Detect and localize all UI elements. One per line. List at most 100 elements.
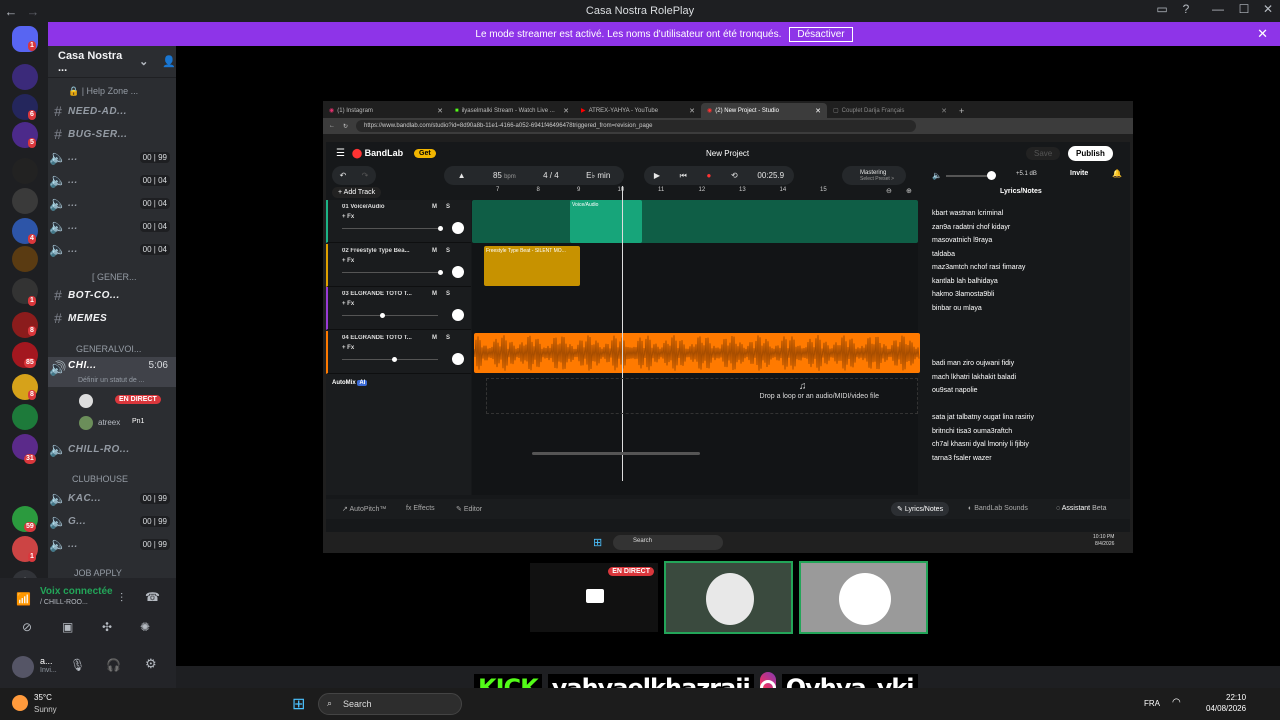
track-volume-slider[interactable] <box>342 313 438 318</box>
lyrics-line[interactable]: hakmo 3lamosta9bli <box>932 288 1025 302</box>
headphones-icon[interactable]: 🎧 <box>106 658 121 672</box>
windows-start-icon[interactable]: ⊞ <box>292 694 305 714</box>
solo-button[interactable]: S <box>446 204 450 210</box>
help-zone-category[interactable]: 🔒 | Help Zone ... <box>68 86 138 97</box>
playhead[interactable] <box>622 186 623 481</box>
track-volume-slider[interactable] <box>342 269 443 275</box>
job-category[interactable]: JOB APPLY <box>74 568 122 578</box>
screen-share-icon[interactable]: ▣ <box>62 620 73 634</box>
lyrics-line[interactable]: mach lkhatri lakhakit baladi <box>932 371 1016 385</box>
reload-icon[interactable]: ↻ <box>343 123 348 130</box>
record-icon[interactable]: ● <box>707 171 712 180</box>
host-clock[interactable]: 22:10 04/08/2026 <box>1206 692 1246 714</box>
metronome-icon[interactable]: ▲ <box>458 171 466 180</box>
arrangement-view[interactable]: Voice/Audio Freestyle Type Beat - SILENT… <box>472 186 920 495</box>
track-fx[interactable]: + Fx <box>342 301 354 307</box>
settings-gear-icon[interactable]: ⚙ <box>145 656 157 672</box>
voice-channel[interactable]: 🔈 G... 00 | 99 <box>48 510 176 532</box>
voice-clip[interactable] <box>472 200 918 243</box>
close-tab-icon[interactable]: ✕ <box>941 107 947 115</box>
close-tab-icon[interactable]: ✕ <box>689 107 695 115</box>
disable-streamer-button[interactable]: Désactiver <box>789 26 853 42</box>
voice-channel-label[interactable]: / CHILL-ROO... <box>40 599 88 606</box>
horizontal-scrollbar[interactable] <box>532 452 700 455</box>
add-track-button[interactable]: + Add Track <box>332 187 382 198</box>
play-icon[interactable]: ▶ <box>654 171 660 180</box>
user-name[interactable]: a... <box>40 656 53 666</box>
voice-channel[interactable]: 🔈... 00 | 04 <box>48 238 176 260</box>
inbox-icon[interactable]: ▭ <box>1152 2 1172 16</box>
waveform-clip[interactable] <box>474 333 920 373</box>
browser-tab-active[interactable]: ◉ (2) New Project - Studio ✕ <box>701 103 827 118</box>
maximize-icon[interactable]: ☐ <box>1234 2 1254 16</box>
voice-channel[interactable]: 🔈... 00 | 04 <box>48 215 176 237</box>
url-field[interactable]: https://www.bandlab.com/studio?id=8d90a8… <box>356 120 917 132</box>
assistant-tab[interactable]: ◌ Assistant Beta <box>1056 505 1106 512</box>
server-icon[interactable] <box>12 404 38 430</box>
webcam-tile[interactable] <box>799 561 928 634</box>
taskbar-clock[interactable]: 10:10 PM 8/4/2026 <box>1093 534 1114 548</box>
lyrics-line[interactable]: zan9a radatni chof kidayr <box>932 221 1025 235</box>
channel-chill-ro[interactable]: 🔈 CHILL-RO... <box>48 438 176 460</box>
help-icon[interactable]: ? <box>1176 2 1196 16</box>
beat-clip[interactable]: Freestyle Type Beat - SILENT MO... <box>484 246 580 286</box>
taskbar-search[interactable]: Search <box>613 535 723 550</box>
key-value[interactable]: E♭ min <box>586 171 610 180</box>
close-icon[interactable]: ✕ <box>1258 2 1278 16</box>
publish-button[interactable]: Publish <box>1068 145 1113 161</box>
soundboard-icon[interactable]: ✺ <box>140 620 150 634</box>
lyrics-block[interactable]: kbart wastnan lcriminal zan9a radatni cho… <box>932 207 1025 315</box>
timeline-ruler[interactable]: 7 8 9 10 11 12 13 14 15 <box>472 185 918 198</box>
browser-tab[interactable]: ▶ ATREX-YAHYA - YouTube ✕ <box>575 103 701 118</box>
track-pan-knob[interactable] <box>452 309 464 321</box>
lyrics-line[interactable]: kbart wastnan lcriminal <box>932 207 1025 221</box>
host-search-box[interactable]: ⌕ Search <box>318 693 462 715</box>
keyboard-language[interactable]: FRA <box>1144 699 1160 708</box>
mute-button[interactable]: M <box>432 335 437 341</box>
master-volume-slider[interactable] <box>946 171 996 180</box>
editor-tab[interactable]: ✎ Editor <box>456 505 482 513</box>
track-pan-knob[interactable] <box>452 352 464 365</box>
menu-icon[interactable]: ☰ <box>336 148 345 159</box>
voice-channel[interactable]: 🔈... 00 | 04 <box>48 192 176 214</box>
mute-button[interactable]: M <box>432 248 437 254</box>
sounds-tab[interactable]: ◐ BandLab Sounds <box>968 505 1028 512</box>
redo-icon[interactable]: ↷ <box>362 171 369 180</box>
lyrics-line[interactable]: taldaba <box>932 248 1025 262</box>
avatar[interactable] <box>12 656 34 678</box>
track-pan-knob[interactable] <box>452 222 464 234</box>
lyrics-line[interactable]: binbar ou mlaya <box>932 302 1025 316</box>
activities-icon[interactable]: ✣ <box>102 620 112 634</box>
voice-channel[interactable]: 🔈 KAC... 00 | 99 <box>48 487 176 509</box>
bpm-value[interactable]: 85 bpm <box>493 171 516 180</box>
notification-bell-icon[interactable]: 🔔 <box>1112 169 1122 178</box>
back-icon[interactable]: ← <box>329 123 335 129</box>
track-header[interactable]: 04 ELGRANDE TOTO T... M S + Fx <box>326 330 471 374</box>
track-header[interactable]: 01 Voice/Audio M S + Fx <box>326 200 471 243</box>
track-header[interactable]: 02 Freestyle Type Bea... M S + Fx <box>326 243 471 287</box>
lyrics-tab[interactable]: ✎ Lyrics/Notes <box>891 502 950 516</box>
close-banner-icon[interactable]: ✕ <box>1257 26 1268 42</box>
project-title[interactable]: New Project <box>706 149 749 158</box>
voice-clip-selected[interactable]: Voice/Audio <box>570 200 642 243</box>
track-name[interactable]: 01 Voice/Audio <box>342 204 422 210</box>
mute-button[interactable]: M <box>432 204 437 210</box>
track-name[interactable]: 02 Freestyle Type Bea... <box>342 248 422 254</box>
browser-tab[interactable]: ■ ilyaselmalki Stream - Watch Live ... ✕ <box>449 103 575 118</box>
zoom-in-icon[interactable]: ⊕ <box>906 187 912 195</box>
track-header[interactable]: 03 ELGRANDE TOTO T... M S + Fx <box>326 287 471 330</box>
noise-suppression-icon[interactable]: ⫶ <box>120 591 123 606</box>
undo-icon[interactable]: ↶ <box>340 171 347 180</box>
solo-button[interactable]: S <box>446 248 450 254</box>
track-fx[interactable]: + Fx <box>342 345 354 351</box>
lyrics-line[interactable]: maz3amtch nchof rasi fimaray <box>932 261 1025 275</box>
weather-temp[interactable]: 35°C <box>34 693 52 702</box>
stream-preview-tile[interactable]: EN DIRECT <box>528 561 660 634</box>
close-tab-icon[interactable]: ✕ <box>437 107 443 115</box>
track-name[interactable]: 04 ELGRANDE TOTO T... <box>342 335 422 341</box>
lyrics-line[interactable]: ou9sat napolie <box>932 384 1016 398</box>
wifi-icon[interactable]: ◠ <box>1172 697 1181 708</box>
lyrics-line[interactable]: ch7al khasni dyal lmoniy li fjibiy <box>932 438 1034 452</box>
undo-redo-group[interactable]: ↶ ↷ <box>332 166 376 185</box>
browser-tab[interactable]: ◉ (1) Instagram ✕ <box>323 103 449 118</box>
